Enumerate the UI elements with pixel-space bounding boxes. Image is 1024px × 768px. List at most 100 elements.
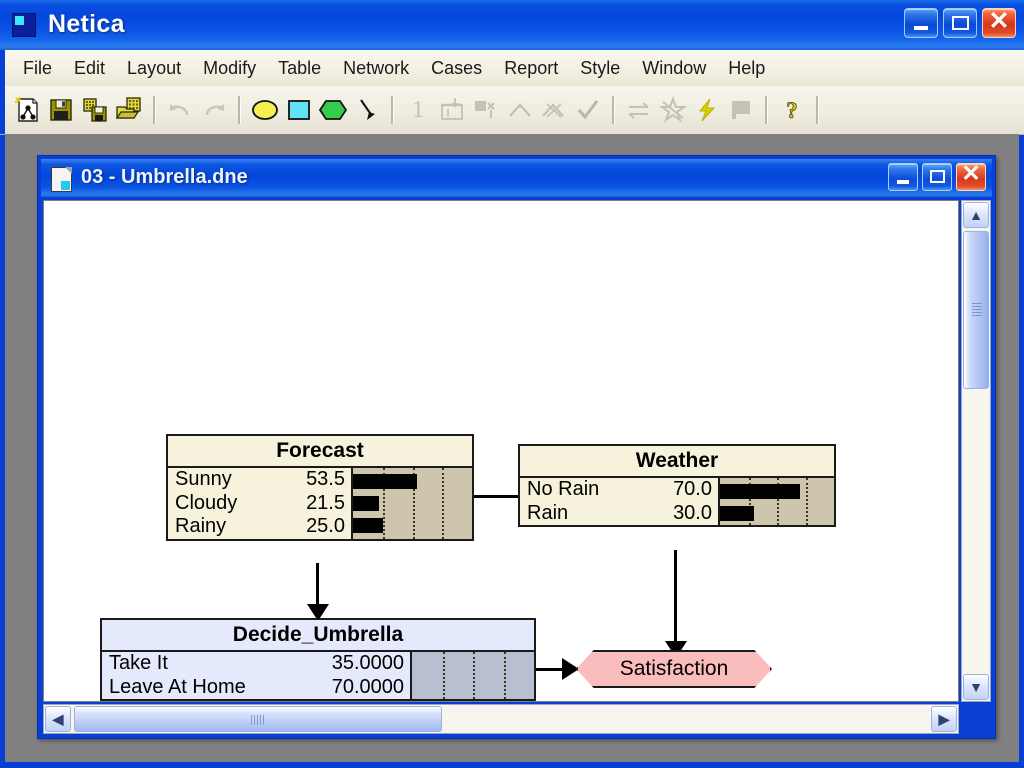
menu-table[interactable]: Table xyxy=(267,56,332,81)
undo-icon[interactable] xyxy=(163,90,197,130)
document-window: 03 - Umbrella.dne ✕ Forecast Sunny 53.5 … xyxy=(37,155,996,739)
new-network-icon[interactable] xyxy=(10,90,44,130)
number-one-icon[interactable]: 1 xyxy=(401,90,435,130)
open-folder-icon[interactable] xyxy=(112,90,146,130)
redo-icon[interactable] xyxy=(197,90,231,130)
state-row[interactable]: Rainy 25.0 xyxy=(168,515,351,539)
save-as-icon[interactable] xyxy=(78,90,112,130)
document-close-button[interactable]: ✕ xyxy=(956,160,986,191)
window-controls: ✕ xyxy=(904,7,1016,38)
node-decide-umbrella-states: Take It 35.0000 Leave At Home 70.0000 xyxy=(102,652,410,700)
state-label: Rain xyxy=(527,501,569,524)
node-weather[interactable]: Weather No Rain 70.0 Rain 30.0 xyxy=(518,444,836,528)
menu-bar: File Edit Layout Modify Table Network Ca… xyxy=(0,50,1024,87)
remove-link-icon[interactable] xyxy=(537,90,571,130)
state-row[interactable]: Cloudy 21.5 xyxy=(168,492,351,516)
belief-bar xyxy=(353,496,379,511)
vertical-scroll-thumb[interactable] xyxy=(963,231,989,389)
menu-file[interactable]: File xyxy=(12,56,63,81)
menu-network[interactable]: Network xyxy=(332,56,420,81)
state-value: 35.0000 xyxy=(331,652,404,674)
close-button[interactable]: ✕ xyxy=(982,7,1016,38)
main-toolbar: 1 ? xyxy=(0,86,1024,135)
menu-cases[interactable]: Cases xyxy=(420,56,493,81)
document-minimize-button[interactable] xyxy=(888,163,918,191)
mdi-client-area: 03 - Umbrella.dne ✕ Forecast Sunny 53.5 … xyxy=(5,134,1019,762)
svg-text:?: ? xyxy=(786,98,798,123)
nature-node-icon[interactable] xyxy=(248,90,282,130)
menu-layout[interactable]: Layout xyxy=(116,56,192,81)
scroll-right-arrow[interactable]: ▶ xyxy=(931,706,957,732)
link-arrow-icon[interactable] xyxy=(350,90,384,130)
menu-report[interactable]: Report xyxy=(493,56,569,81)
node-weather-belief-bars xyxy=(718,478,834,526)
state-label: Leave At Home xyxy=(109,675,246,698)
canvas-vertical-scrollbar[interactable]: ▲ ▼ xyxy=(961,200,991,702)
utility-node-icon[interactable] xyxy=(316,90,350,130)
document-maximize-button[interactable] xyxy=(922,163,952,191)
toolbar-separator xyxy=(153,96,156,124)
check-mark-icon[interactable] xyxy=(571,90,605,130)
node-decide-umbrella[interactable]: Decide_Umbrella Take It 35.0000 Leave At… xyxy=(100,618,536,701)
node-weather-title: Weather xyxy=(520,446,834,478)
node-satisfaction[interactable]: Satisfaction xyxy=(576,650,772,688)
node-decide-umbrella-title: Decide_Umbrella xyxy=(102,620,534,652)
reverse-link-icon[interactable] xyxy=(503,90,537,130)
menu-items: File Edit Layout Modify Table Network Ca… xyxy=(12,50,776,86)
save-icon[interactable] xyxy=(44,90,78,130)
swap-arrows-icon[interactable] xyxy=(622,90,656,130)
menu-window[interactable]: Window xyxy=(631,56,717,81)
state-value: 25.0 xyxy=(306,515,345,538)
lightning-bolt-icon[interactable] xyxy=(690,90,724,130)
node-forecast-states: Sunny 53.5 Cloudy 21.5 Rainy 25.0 xyxy=(168,468,351,539)
canvas-horizontal-scrollbar[interactable]: ◀ ▶ xyxy=(43,704,959,734)
state-row[interactable]: No Rain 70.0 xyxy=(520,478,718,502)
maximize-button[interactable] xyxy=(943,8,977,38)
toolbar-separator xyxy=(816,96,819,124)
state-label: Take It xyxy=(109,652,168,674)
state-value: 70.0 xyxy=(673,478,712,500)
menu-style[interactable]: Style xyxy=(569,56,631,81)
node-forecast-belief-bars xyxy=(351,468,472,539)
netica-application-window: Netica ✕ File Edit Layout Modify Table N… xyxy=(0,0,1024,768)
network-canvas[interactable]: Forecast Sunny 53.5 Cloudy 21.5 Rainy 25… xyxy=(43,200,959,702)
belief-bar xyxy=(720,506,755,521)
horizontal-scroll-thumb[interactable] xyxy=(74,706,442,732)
app-title: Netica xyxy=(48,10,125,38)
state-row[interactable]: Leave At Home 70.0000 xyxy=(102,676,410,700)
node-weather-states: No Rain 70.0 Rain 30.0 xyxy=(520,478,718,526)
toolbar-separator xyxy=(612,96,615,124)
help-question-icon[interactable]: ? xyxy=(775,90,809,130)
compile-net-icon[interactable] xyxy=(435,90,469,130)
document-title-bar: 03 - Umbrella.dne ✕ xyxy=(41,159,992,197)
menu-modify[interactable]: Modify xyxy=(192,56,267,81)
scroll-left-arrow[interactable]: ◀ xyxy=(45,706,71,732)
node-satisfaction-title: Satisfaction xyxy=(619,657,729,680)
minimize-button[interactable] xyxy=(904,8,938,38)
state-value: 30.0 xyxy=(673,501,712,524)
main-title-bar: Netica ✕ xyxy=(0,0,1024,51)
star-burst-icon[interactable] xyxy=(656,90,690,130)
state-row[interactable]: Take It 35.0000 xyxy=(102,652,410,676)
toolbar-separator xyxy=(765,96,768,124)
belief-bar xyxy=(720,484,800,499)
state-row[interactable]: Sunny 53.5 xyxy=(168,468,351,492)
document-title: 03 - Umbrella.dne xyxy=(81,166,248,188)
state-value: 53.5 xyxy=(306,468,345,490)
state-value: 21.5 xyxy=(306,491,345,514)
belief-bar xyxy=(353,518,383,533)
toolbar-separator xyxy=(391,96,394,124)
state-row[interactable]: Rain 30.0 xyxy=(520,502,718,526)
scroll-down-arrow[interactable]: ▼ xyxy=(963,674,989,700)
flag-icon[interactable] xyxy=(724,90,758,130)
document-window-controls: ✕ xyxy=(888,160,986,191)
node-forecast[interactable]: Forecast Sunny 53.5 Cloudy 21.5 Rainy 25… xyxy=(166,434,474,541)
menu-edit[interactable]: Edit xyxy=(63,56,116,81)
scroll-up-arrow[interactable]: ▲ xyxy=(963,202,989,228)
menu-help[interactable]: Help xyxy=(717,56,776,81)
decision-node-icon[interactable] xyxy=(282,90,316,130)
node-forecast-title: Forecast xyxy=(168,436,472,468)
node-absorb-icon[interactable] xyxy=(469,90,503,130)
belief-bar xyxy=(353,474,417,489)
state-label: Cloudy xyxy=(175,491,238,514)
